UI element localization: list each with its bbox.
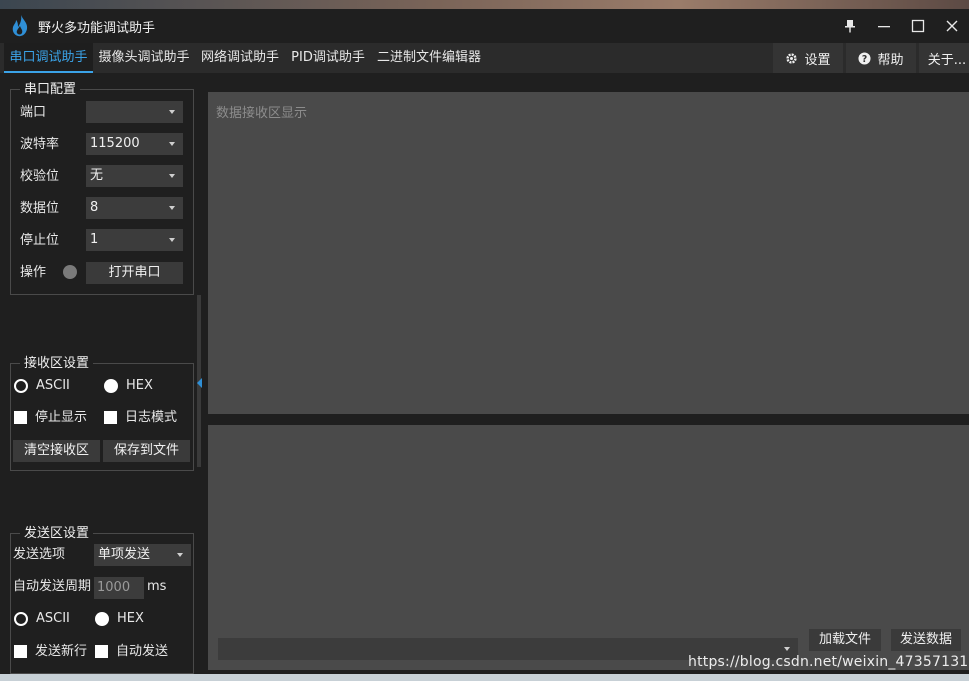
send-hex-label: HEX — [117, 611, 144, 626]
maximize-button[interactable] — [901, 9, 935, 43]
log-mode-checkbox[interactable] — [104, 411, 117, 424]
stop-display-label: 停止显示 — [35, 410, 88, 425]
operation-label: 操作 — [20, 265, 47, 280]
chevron-down-icon — [177, 553, 183, 557]
help-label: 帮助 — [877, 52, 904, 68]
chevron-down-icon — [169, 174, 175, 178]
settings-button[interactable]: 设置 — [773, 43, 843, 73]
about-button[interactable]: 关于... — [919, 43, 969, 73]
receive-area[interactable]: 数据接收区显示 — [208, 92, 969, 414]
tab-binary-editor[interactable]: 二进制文件编辑器 — [371, 43, 487, 73]
panel-collapse-handle[interactable] — [197, 378, 202, 388]
chevron-down-icon — [169, 142, 175, 146]
minimize-icon — [878, 26, 890, 28]
tab-camera[interactable]: 摄像头调试助手 — [93, 43, 195, 73]
tab-bar: 串口调试助手 摄像头调试助手 网络调试助手 PID调试助手 二进制文件编辑器 设… — [0, 43, 969, 73]
watermark: https://blog.csdn.net/weixin_47357131 — [688, 654, 969, 670]
send-data-button[interactable]: 发送数据 — [891, 629, 961, 651]
send-ascii-label: ASCII — [36, 611, 70, 626]
send-option-select[interactable]: 单项发送 — [94, 544, 191, 566]
question-icon: ? — [858, 51, 872, 64]
tab-pid[interactable]: PID调试助手 — [285, 43, 371, 73]
close-icon — [946, 20, 958, 32]
open-port-button[interactable]: 打开串口 — [86, 262, 183, 284]
parity-value: 无 — [90, 168, 104, 183]
auto-period-unit: ms — [147, 579, 167, 594]
baud-value: 115200 — [90, 136, 140, 151]
window-title: 野火多功能调试助手 — [38, 20, 156, 36]
close-button[interactable] — [935, 9, 969, 43]
send-option-value: 单项发送 — [98, 547, 151, 562]
receive-area-placeholder: 数据接收区显示 — [216, 106, 308, 121]
recv-hex-radio[interactable] — [104, 379, 118, 393]
minimize-button[interactable] — [867, 9, 901, 43]
auto-send-checkbox[interactable] — [95, 645, 108, 658]
auto-period-label: 自动发送周期 — [13, 579, 92, 594]
parity-label: 校验位 — [20, 169, 60, 184]
recv-ascii-radio[interactable] — [14, 379, 28, 393]
send-newline-checkbox[interactable] — [14, 645, 27, 658]
send-settings-title: 发送区设置 — [20, 526, 94, 542]
clear-recv-button[interactable]: 清空接收区 — [13, 440, 100, 462]
databits-select[interactable]: 8 — [86, 197, 183, 219]
settings-label: 设置 — [804, 52, 831, 68]
recv-hex-label: HEX — [126, 378, 153, 393]
taskbar-strip — [0, 674, 969, 681]
send-ascii-radio[interactable] — [14, 612, 28, 626]
chevron-down-icon — [169, 206, 175, 210]
about-label: 关于... — [927, 52, 967, 68]
app-window: 野火多功能调试助手 串口调试助手 摄像头调试助手 网络调试助手 PID调试助手 … — [0, 9, 969, 674]
send-option-label: 发送选项 — [13, 547, 66, 562]
svg-text:?: ? — [862, 53, 867, 64]
stopbits-label: 停止位 — [20, 233, 60, 248]
auto-period-input[interactable]: 1000 — [94, 577, 144, 599]
port-label: 端口 — [20, 105, 47, 120]
chevron-down-icon — [169, 110, 175, 114]
stopbits-select[interactable]: 1 — [86, 229, 183, 251]
auto-send-label: 自动发送 — [116, 644, 169, 659]
help-button[interactable]: ? 帮助 — [846, 43, 916, 73]
tab-network[interactable]: 网络调试助手 — [195, 43, 285, 73]
send-newline-label: 发送新行 — [35, 644, 88, 659]
stopbits-value: 1 — [90, 232, 99, 247]
title-bar: 野火多功能调试助手 — [0, 9, 969, 43]
databits-label: 数据位 — [20, 201, 60, 216]
chevron-down-icon — [169, 238, 175, 242]
parity-select[interactable]: 无 — [86, 165, 183, 187]
port-select[interactable] — [86, 101, 183, 123]
pin-icon — [845, 20, 855, 33]
tab-serial[interactable]: 串口调试助手 — [4, 43, 93, 73]
recv-settings-title: 接收区设置 — [20, 356, 94, 372]
desktop-background — [0, 0, 969, 9]
stop-display-checkbox[interactable] — [14, 411, 27, 424]
sidebar: 串口配置 端口 波特率 115200 校验位 无 数据位 8 停止位 1 操作 … — [0, 73, 205, 674]
baud-label: 波特率 — [20, 137, 60, 152]
serial-config-title: 串口配置 — [20, 82, 81, 98]
chevron-down-icon — [784, 647, 790, 651]
send-hex-radio[interactable] — [95, 612, 109, 626]
flame-logo-icon — [12, 15, 28, 37]
maximize-icon — [911, 19, 925, 33]
databits-value: 8 — [90, 200, 99, 215]
load-file-button[interactable]: 加载文件 — [809, 629, 881, 651]
baud-select[interactable]: 115200 — [86, 133, 183, 155]
save-to-file-button[interactable]: 保存到文件 — [103, 440, 190, 462]
gear-icon — [786, 52, 798, 64]
recv-ascii-label: ASCII — [36, 378, 70, 393]
pin-button[interactable] — [833, 9, 867, 43]
log-mode-label: 日志模式 — [125, 410, 178, 425]
status-led — [63, 265, 77, 279]
